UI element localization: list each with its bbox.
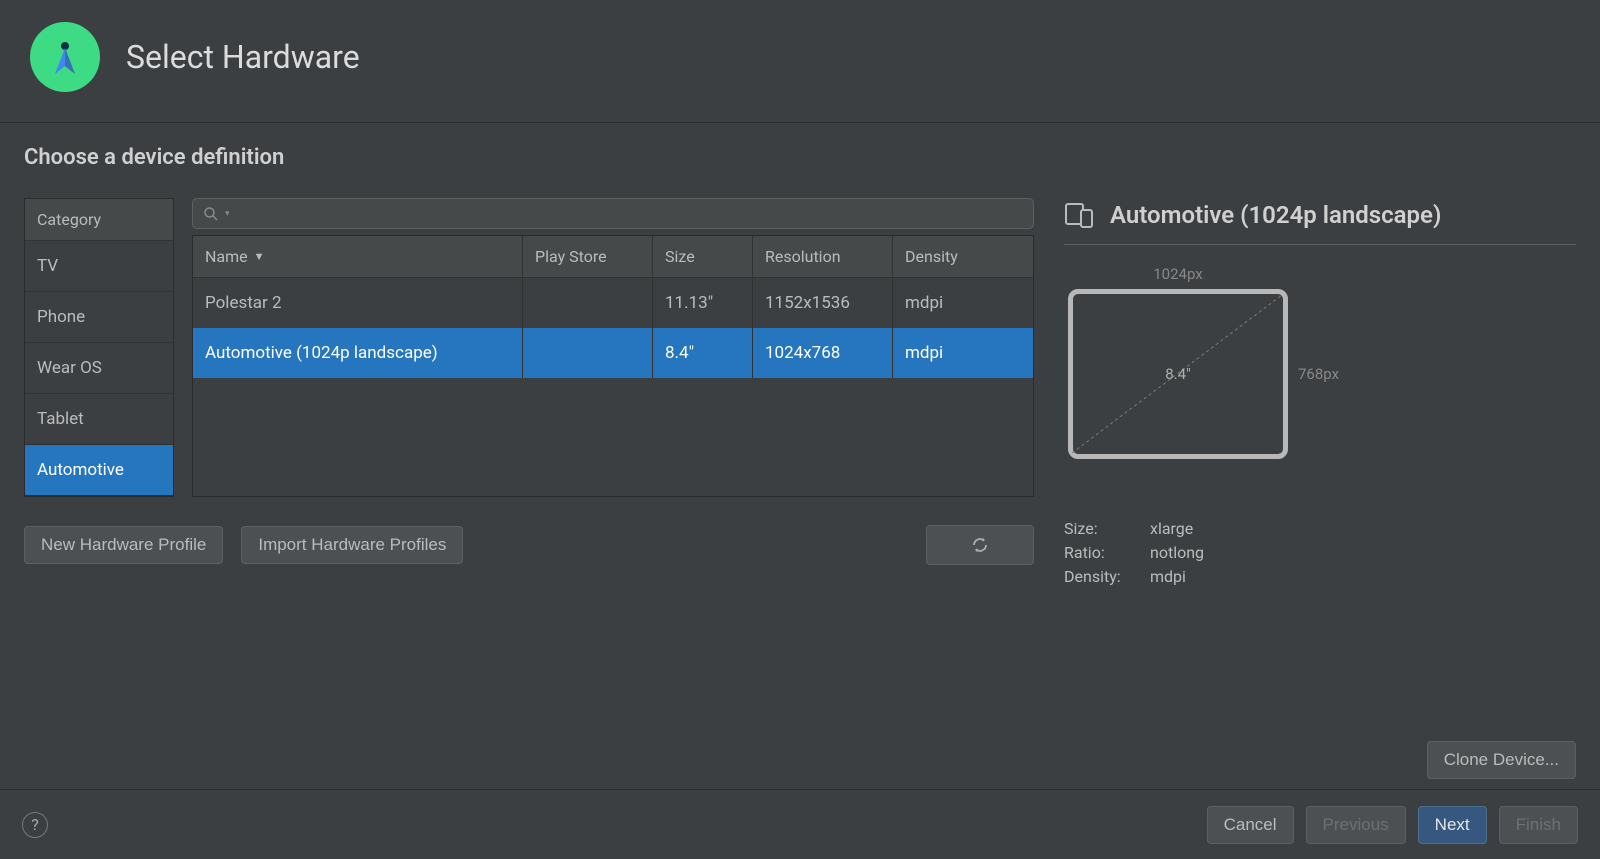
device-table: Name ▼ Play Store Size Resolution Densit…: [192, 235, 1034, 497]
col-header-name[interactable]: Name ▼: [193, 236, 523, 277]
category-item-automotive[interactable]: Automotive: [25, 445, 173, 496]
category-item-phone[interactable]: Phone: [25, 292, 173, 343]
col-header-resolution[interactable]: Resolution: [753, 236, 893, 277]
category-list: Category TV Phone Wear OS Tablet Automot…: [24, 198, 174, 497]
cell-density: mdpi: [893, 278, 1033, 328]
help-icon: ?: [31, 815, 39, 834]
table-filler: [193, 378, 1033, 496]
cell-playstore: [523, 278, 653, 328]
cancel-button[interactable]: Cancel: [1207, 806, 1294, 844]
cell-resolution: 1024x768: [753, 328, 893, 378]
refresh-button[interactable]: [926, 525, 1034, 565]
clone-device-button[interactable]: Clone Device...: [1427, 741, 1576, 779]
col-header-density[interactable]: Density: [893, 236, 1033, 277]
next-button[interactable]: Next: [1418, 806, 1487, 844]
dialog-header: Select Hardware: [0, 0, 1600, 123]
category-item-wearos[interactable]: Wear OS: [25, 343, 173, 394]
help-button[interactable]: ?: [22, 812, 48, 838]
new-hardware-profile-button[interactable]: New Hardware Profile: [24, 526, 223, 564]
previous-button[interactable]: Previous: [1306, 806, 1406, 844]
section-title: Choose a device definition: [24, 145, 1576, 170]
category-item-tablet[interactable]: Tablet: [25, 394, 173, 445]
spec-value: xlarge: [1150, 519, 1193, 538]
preview-title: Automotive (1024p landscape): [1110, 201, 1441, 229]
cell-name: Polestar 2: [193, 278, 523, 328]
device-preview-panel: Automotive (1024p landscape) 1024px 768p…: [1064, 198, 1576, 779]
col-header-size[interactable]: Size: [653, 236, 753, 277]
table-row[interactable]: Polestar 2 11.13" 1152x1536 mdpi: [193, 278, 1033, 328]
page-title: Select Hardware: [126, 38, 360, 76]
spec-row-size: Size: xlarge: [1064, 519, 1576, 538]
col-header-playstore[interactable]: Play Store: [523, 236, 653, 277]
sort-desc-icon: ▼: [254, 250, 265, 263]
cell-resolution: 1152x1536: [753, 278, 893, 328]
table-row[interactable]: Automotive (1024p landscape) 8.4" 1024x7…: [193, 328, 1033, 378]
refresh-icon: [970, 535, 990, 555]
devices-icon: [1064, 200, 1094, 230]
spec-label: Density:: [1064, 567, 1142, 586]
cell-size: 11.13": [653, 278, 753, 328]
spec-label: Size:: [1064, 519, 1142, 538]
diagram-diagonal-label: 8.4": [1068, 289, 1288, 459]
cell-playstore: [523, 328, 653, 378]
diagram-height-label: 768px: [1298, 289, 1339, 459]
android-studio-logo: [30, 22, 100, 92]
finish-button[interactable]: Finish: [1499, 806, 1578, 844]
spec-label: Ratio:: [1064, 543, 1142, 562]
table-header-row: Name ▼ Play Store Size Resolution Densit…: [193, 236, 1033, 278]
spec-row-ratio: Ratio: notlong: [1064, 543, 1576, 562]
compass-icon: [42, 34, 88, 80]
cell-density: mdpi: [893, 328, 1033, 378]
spec-row-density: Density: mdpi: [1064, 567, 1576, 586]
device-diagram: 1024px 768px 8.4": [1068, 289, 1328, 489]
dialog-footer: ? Cancel Previous Next Finish: [0, 789, 1600, 859]
profile-buttons-row: New Hardware Profile Import Hardware Pro…: [24, 515, 1034, 565]
spec-block: Size: xlarge Ratio: notlong Density: mdp…: [1064, 519, 1576, 586]
spec-value: notlong: [1150, 543, 1204, 562]
category-item-tv[interactable]: TV: [25, 241, 173, 292]
import-hardware-profiles-button[interactable]: Import Hardware Profiles: [241, 526, 463, 564]
col-header-name-label: Name: [205, 247, 248, 266]
search-box[interactable]: ▾: [192, 198, 1034, 229]
search-dropdown-icon[interactable]: ▾: [225, 209, 230, 219]
search-icon: [203, 206, 219, 222]
cell-name: Automotive (1024p landscape): [193, 328, 523, 378]
category-header: Category: [25, 199, 173, 241]
content-area: Choose a device definition Category TV P…: [0, 123, 1600, 789]
cell-size: 8.4": [653, 328, 753, 378]
spec-value: mdpi: [1150, 567, 1186, 586]
search-input[interactable]: [236, 205, 1023, 222]
diagram-width-label: 1024px: [1068, 265, 1288, 283]
